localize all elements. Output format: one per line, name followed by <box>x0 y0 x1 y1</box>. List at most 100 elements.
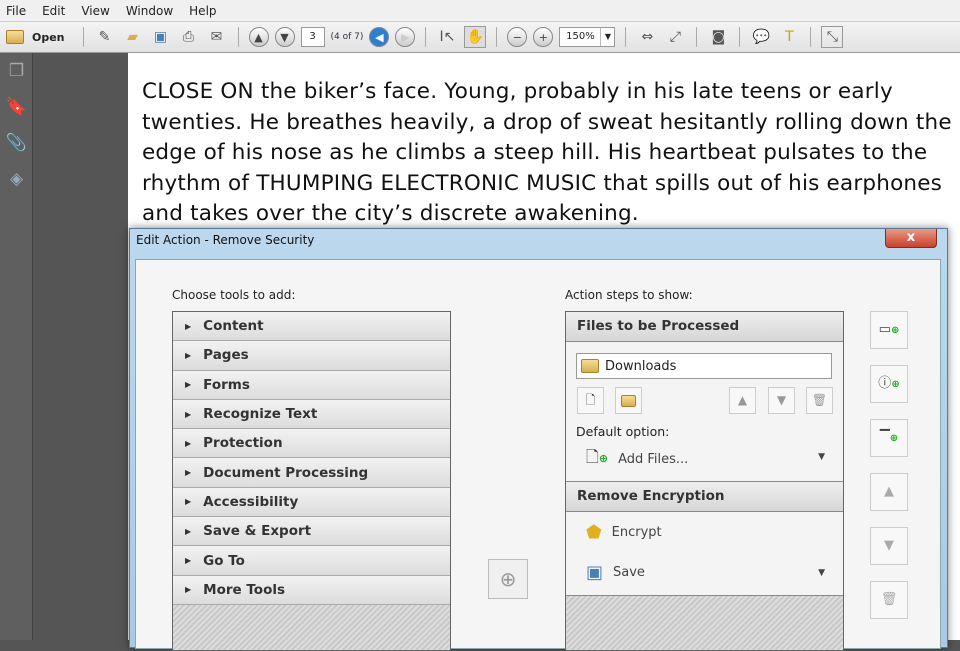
files-header: Files to be Processed <box>566 312 843 342</box>
select-tool-icon[interactable]: I↖ <box>436 26 458 48</box>
tool-label: Recognize Text <box>203 406 318 423</box>
folder-icon <box>6 30 24 44</box>
close-button[interactable]: x <box>885 229 937 248</box>
hand-tool-icon[interactable]: ✋ <box>464 26 487 48</box>
triangle-right-icon: ▶ <box>185 556 192 566</box>
back-view-button[interactable]: ◀ <box>369 27 390 47</box>
tool-label: Accessibility <box>203 493 299 510</box>
add-file-button[interactable]: 🗋 <box>577 387 604 414</box>
tool-group-more-tools[interactable]: ▶ More Tools <box>173 575 450 605</box>
layers-icon[interactable]: ◈ <box>0 161 33 197</box>
divider <box>425 27 427 47</box>
email-icon[interactable]: ✉ <box>206 26 228 48</box>
next-page-button[interactable]: ▼ <box>274 27 295 47</box>
toolbar: Open ✎ ▰ ▣ ⎙ ✉ ▲ ▼ 3 (4 of 7) ◀ ▶ I↖ ✋ −… <box>0 22 960 53</box>
full-screen-icon[interactable]: ⤡ <box>821 26 844 48</box>
tool-group-go-to[interactable]: ▶ Go To <box>173 546 450 576</box>
tool-group-content[interactable]: ▶ Content <box>173 312 450 342</box>
fit-page-icon[interactable]: ⤢ <box>664 26 686 48</box>
add-prompt-button[interactable]: ▭⊕ <box>870 311 908 349</box>
comment-icon[interactable]: 💬 <box>750 26 772 48</box>
delete-step-button[interactable]: 🗑 <box>870 581 908 619</box>
move-up-button[interactable]: ▲ <box>729 387 756 414</box>
default-option-value: Add Files... <box>618 452 689 467</box>
encryption-header: Remove Encryption <box>566 482 843 512</box>
divider <box>696 27 698 47</box>
document-text: CLOSE ON the biker’s face. Young, probab… <box>142 79 952 226</box>
add-folder-button[interactable] <box>615 387 642 414</box>
default-option-label: Default option: <box>576 424 670 439</box>
edit-action-dialog: Edit Action - Remove Security x Choose t… <box>129 228 948 651</box>
page-number-input[interactable]: 3 <box>300 27 325 47</box>
create-folder-icon[interactable]: ▰ <box>122 26 144 48</box>
zoom-in-button[interactable]: + <box>533 27 554 47</box>
dialog-body: Choose tools to add: ▶ Content ▶ Pages ▶ Fo… <box>135 259 941 651</box>
menu-window[interactable]: Window <box>126 4 173 18</box>
forward-view-button: ▶ <box>395 27 416 47</box>
page-count: (4 of 7) <box>330 32 364 42</box>
chevron-down-icon: ▼ <box>818 568 825 578</box>
triangle-right-icon: ▶ <box>185 380 192 390</box>
tool-label: Save & Export <box>203 523 312 540</box>
zoom-value: 150% <box>566 31 595 42</box>
zoom-select[interactable]: 150% ▼ <box>559 27 616 47</box>
navigation-pane: ❐ 🔖 📎 ◈ <box>0 53 33 640</box>
encryption-section: ⬟ Encrypt ▣ Save ▼ <box>566 512 843 596</box>
menu-file[interactable]: File <box>6 4 26 18</box>
tools-label: Choose tools to add: <box>172 288 296 302</box>
menu-bar: File Edit View Window Help <box>0 0 960 22</box>
step-label: Encrypt <box>611 525 662 540</box>
open-label: Open <box>32 30 65 44</box>
divider <box>82 27 84 47</box>
folder-icon <box>581 359 599 373</box>
tool-group-protection[interactable]: ▶ Protection <box>173 429 450 459</box>
menu-view[interactable]: View <box>81 4 109 18</box>
tools-list: ▶ Content ▶ Pages ▶ Forms ▶ Recognize Text ▶… <box>172 311 451 651</box>
triangle-right-icon: ▶ <box>185 585 192 595</box>
shield-icon: ⬟ <box>586 522 602 543</box>
bookmarks-icon[interactable]: 🔖 <box>0 89 33 125</box>
triangle-right-icon: ▶ <box>185 350 192 360</box>
delete-button[interactable]: 🗑 <box>806 387 833 414</box>
tool-label: More Tools <box>203 581 286 598</box>
move-step-up-button[interactable]: ▲ <box>870 473 908 511</box>
save-icon[interactable]: ▣ <box>150 26 172 48</box>
move-step-down-button[interactable]: ▼ <box>870 527 908 565</box>
fit-width-icon[interactable]: ⇔ <box>636 26 658 48</box>
tool-group-accessibility[interactable]: ▶ Accessibility <box>173 487 450 518</box>
default-option-select[interactable]: 🗋⊕ Add Files... <box>586 446 688 473</box>
tool-group-pages[interactable]: ▶ Pages <box>173 341 450 371</box>
step-save[interactable]: ▣ Save <box>586 562 645 583</box>
chevron-down-icon: ▼ <box>818 452 825 462</box>
menu-help[interactable]: Help <box>189 4 216 18</box>
add-tool-button[interactable]: ⊕ <box>488 559 528 599</box>
tool-group-save-export[interactable]: ▶ Save & Export <box>173 517 450 547</box>
triangle-right-icon: ▶ <box>185 497 192 507</box>
highlight-text-icon[interactable]: T <box>778 26 800 48</box>
step-label: Save <box>613 565 645 580</box>
add-separator-button[interactable]: ▔⊕ <box>870 419 908 457</box>
move-down-button[interactable]: ▼ <box>768 387 795 414</box>
divider <box>625 27 627 47</box>
print-icon[interactable]: ⎙ <box>178 26 200 48</box>
action-steps-panel: Files to be Processed Downloads 🗋 ▲ ▼ 🗑 … <box>565 311 844 651</box>
page-thumbnails-icon[interactable]: ❐ <box>0 53 33 89</box>
divider <box>496 27 498 47</box>
tool-group-document-processing[interactable]: ▶ Document Processing <box>173 458 450 488</box>
previous-page-button[interactable]: ▲ <box>248 27 269 47</box>
tool-group-forms[interactable]: ▶ Forms <box>173 370 450 400</box>
triangle-right-icon: ▶ <box>185 526 192 536</box>
add-instruction-button[interactable]: ⓘ⊕ <box>870 365 908 403</box>
zoom-out-button[interactable]: − <box>507 27 528 47</box>
step-encrypt[interactable]: ⬟ Encrypt <box>586 522 662 543</box>
tool-group-recognize-text[interactable]: ▶ Recognize Text <box>173 399 450 430</box>
menu-edit[interactable]: Edit <box>42 4 65 18</box>
snapshot-icon[interactable]: ◙ <box>707 26 729 48</box>
folder-name: Downloads <box>605 358 677 374</box>
divider <box>810 27 812 47</box>
triangle-right-icon: ▶ <box>185 468 192 478</box>
edit-document-icon[interactable]: ✎ <box>94 26 116 48</box>
attachments-icon[interactable]: 📎 <box>0 125 33 161</box>
folder-field[interactable]: Downloads <box>576 353 832 379</box>
open-button[interactable]: Open <box>6 30 65 44</box>
